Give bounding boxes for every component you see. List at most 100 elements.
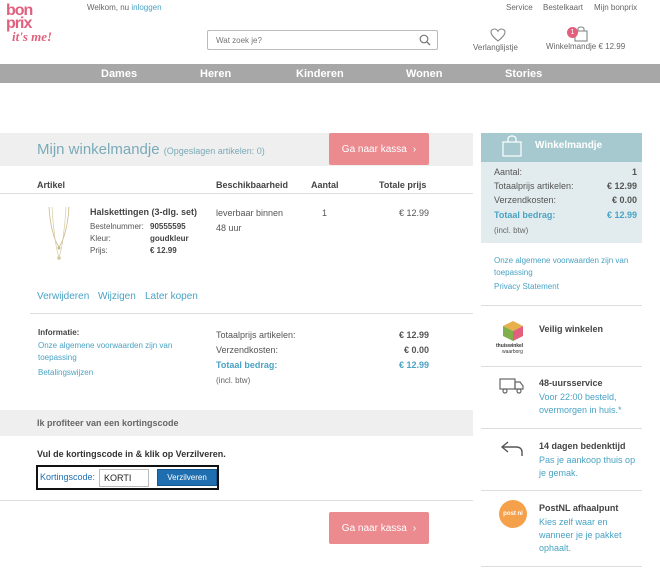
- thuiswinkel-waarborg-icon: thuiswinkel waarborg: [496, 320, 530, 356]
- service-text-14-days-line1: Pas je aankoop thuis op: [539, 455, 636, 465]
- column-header-qty: Aantal: [311, 180, 339, 190]
- sidebar-shipping-value: € 0.00: [611, 195, 637, 205]
- sidebar-qty-value: 1: [631, 167, 637, 177]
- payment-methods-link[interactable]: Betalingswijzen: [38, 368, 93, 377]
- shipping-value: € 0.00: [403, 345, 429, 355]
- info-title: Informatie:: [38, 328, 80, 337]
- shopping-bag-icon: [502, 135, 522, 157]
- sidebar-subtotal-value: € 12.99: [606, 181, 637, 191]
- redeem-button[interactable]: Verzilveren: [157, 469, 217, 486]
- vat-note: (incl. btw): [216, 376, 251, 385]
- search-icon[interactable]: [419, 34, 431, 46]
- product-name[interactable]: Halskettingen (3-dlg. set): [90, 207, 197, 217]
- search-input[interactable]: [208, 31, 408, 49]
- column-header-article: Artikel: [37, 180, 66, 190]
- column-header-availability: Beschikbaarheid: [216, 180, 289, 190]
- postnl-icon: post nl: [499, 500, 527, 528]
- service-title-postnl: PostNL afhaalpunt: [539, 503, 619, 513]
- checkout-button-top[interactable]: Ga naar kassa ›: [329, 133, 429, 165]
- edit-link[interactable]: Wijzigen: [98, 291, 136, 302]
- header-cart-label: Winkelmandje € 12.99: [546, 42, 626, 51]
- availability-line1: leverbaar binnen: [216, 208, 284, 218]
- sidebar-terms-link-line1[interactable]: Onze algemene voorwaarden zijn van: [494, 256, 628, 265]
- sidebar-shipping-label: Verzendkosten:: [494, 195, 557, 205]
- sidebar-divider: [481, 490, 642, 491]
- nav-dames[interactable]: Dames: [101, 68, 137, 80]
- coupon-title: Ik profiteer van een kortingscode: [37, 418, 179, 428]
- nav-kinderen[interactable]: Kinderen: [296, 68, 344, 80]
- sidebar-divider: [481, 428, 642, 429]
- wishlist-label: Verlanglijstje: [473, 43, 518, 52]
- mijn-bonprix-link[interactable]: Mijn bonprix: [594, 3, 637, 12]
- bestelkaart-link[interactable]: Bestelkaart: [543, 3, 583, 12]
- service-title-safe-shopping: Veilig winkelen: [539, 324, 604, 334]
- column-header-total: Totale prijs: [379, 180, 427, 190]
- sidebar-total-label: Totaal bedrag:: [494, 210, 556, 220]
- actions-divider: [30, 313, 473, 314]
- service-text-postnl-line1: Kies zelf waar en: [539, 517, 608, 527]
- nav-heren[interactable]: Heren: [200, 68, 231, 80]
- main-navigation: Dames Heren Kinderen Wonen Stories: [0, 64, 660, 83]
- service-text-14-days-line2: je gemak.: [539, 468, 579, 478]
- chevron-right-icon: ›: [412, 522, 417, 534]
- sidebar-vat-note: (incl. btw): [494, 226, 529, 235]
- service-title-14-days: 14 dagen bedenktijd: [539, 441, 626, 451]
- coupon-label: Kortingscode:: [40, 472, 96, 482]
- subtotal-label: Totaalprijs artikelen:: [216, 330, 296, 340]
- service-title-48h: 48-uursservice: [539, 378, 603, 388]
- nav-stories[interactable]: Stories: [505, 68, 542, 80]
- sidebar-total-value: € 12.99: [606, 210, 637, 220]
- chevron-right-icon: ›: [412, 143, 417, 155]
- saved-items-count: (Opgeslagen artikelen: 0): [163, 146, 265, 156]
- sidebar-divider: [481, 366, 642, 367]
- return-arrow-icon: [500, 441, 523, 456]
- subtotal-value: € 12.99: [398, 330, 429, 340]
- nav-wonen[interactable]: Wonen: [406, 68, 442, 80]
- color-value: goudkleur: [150, 234, 189, 243]
- service-link[interactable]: Service: [506, 3, 533, 12]
- price-label: Prijs:: [90, 246, 108, 255]
- truck-icon: [499, 378, 524, 394]
- item-total: € 12.99: [398, 208, 429, 218]
- search-box[interactable]: [207, 30, 438, 50]
- order-number-label: Bestelnummer:: [90, 222, 144, 231]
- service-text-postnl-line2: wanneer je je pakket: [539, 530, 622, 540]
- remove-link[interactable]: Verwijderen: [37, 291, 89, 302]
- login-link[interactable]: inloggen: [131, 3, 161, 12]
- cube-icon: [503, 321, 523, 341]
- coupon-divider: [0, 500, 473, 501]
- necklace-product-image[interactable]: [44, 205, 74, 265]
- service-text-48h-line1: Voor 22:00 besteld,: [539, 392, 617, 402]
- availability-line2: 48 uur: [216, 223, 242, 233]
- wishlist-button[interactable]: Verlanglijstje: [473, 26, 520, 56]
- terms-link-line1[interactable]: Onze algemene voorwaarden zijn van: [38, 341, 172, 350]
- sidebar-terms-link-line2[interactable]: toepassing: [494, 268, 533, 277]
- header-divider: [0, 193, 473, 194]
- page-title: Mijn winkelmandje (Opgeslagen artikelen:…: [37, 141, 265, 158]
- bonprix-logo[interactable]: bon prix it's me!: [6, 3, 60, 60]
- header-cart-button[interactable]: 1 Winkelmandje € 12.99: [546, 24, 630, 56]
- coupon-instruction: Vul de kortingscode in & klik op Verzilv…: [37, 449, 226, 459]
- privacy-statement-link[interactable]: Privacy Statement: [494, 282, 559, 291]
- price-value: € 12.99: [150, 246, 177, 255]
- item-quantity: 1: [322, 208, 328, 218]
- checkout-button-bottom[interactable]: Ga naar kassa ›: [329, 512, 429, 544]
- logo-tagline: it's me!: [12, 29, 53, 44]
- terms-link-line2[interactable]: toepassing: [38, 353, 77, 362]
- cart-count-badge: 1: [567, 27, 578, 38]
- sidebar-subtotal-label: Totaalprijs artikelen:: [494, 181, 574, 191]
- total-value: € 12.99: [398, 360, 429, 370]
- service-text-postnl-line3: ophaalt.: [539, 543, 572, 553]
- sidebar-divider: [481, 566, 642, 567]
- save-for-later-link[interactable]: Later kopen: [145, 291, 198, 302]
- color-label: Kleur:: [90, 234, 111, 243]
- order-number-value: 90555595: [150, 222, 186, 231]
- sidebar-title: Winkelmandje: [535, 140, 603, 151]
- sidebar-qty-label: Aantal:: [494, 167, 523, 177]
- heart-icon: [490, 28, 506, 42]
- shipping-label: Verzendkosten:: [216, 345, 279, 355]
- welcome-text: Welkom, nu inloggen: [87, 3, 162, 12]
- coupon-form: Kortingscode: Verzilveren: [36, 465, 219, 490]
- coupon-input[interactable]: [99, 469, 149, 487]
- sidebar-divider: [481, 305, 642, 306]
